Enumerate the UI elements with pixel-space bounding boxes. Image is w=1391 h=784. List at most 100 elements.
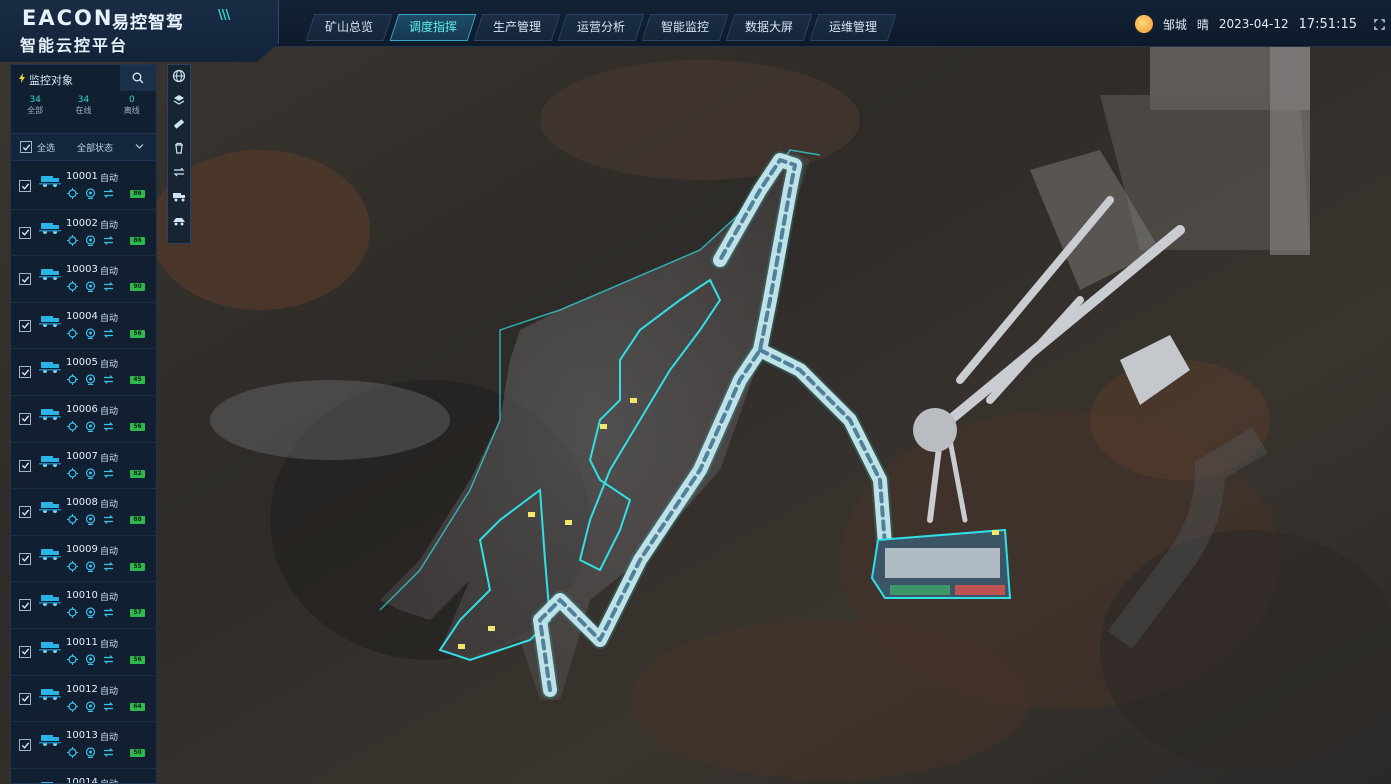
- camera-icon[interactable]: [85, 421, 96, 432]
- swap-icon[interactable]: [103, 701, 114, 712]
- fullscreen-icon[interactable]: [1374, 19, 1385, 30]
- camera-icon[interactable]: [85, 374, 96, 386]
- vehicle-row[interactable]: 10007 自动 82: [11, 443, 156, 490]
- swap-icon[interactable]: [172, 165, 186, 179]
- vehicle-row[interactable]: 10004 自动 56: [11, 303, 156, 350]
- camera-icon[interactable]: [85, 654, 96, 665]
- swap-icon[interactable]: [103, 561, 114, 572]
- locate-icon[interactable]: [67, 281, 78, 293]
- vehicle-row[interactable]: 10012 自动 64: [11, 676, 156, 723]
- vehicle-checkbox[interactable]: [19, 319, 31, 332]
- vehicle-checkbox[interactable]: [19, 412, 31, 425]
- satellite-map[interactable]: [0, 0, 1391, 784]
- swap-icon[interactable]: [103, 747, 114, 758]
- locate-icon[interactable]: [67, 374, 78, 386]
- locate-icon[interactable]: [67, 747, 78, 759]
- vehicle-row[interactable]: 10009 自动 55: [11, 536, 156, 583]
- search-button[interactable]: [120, 65, 156, 91]
- status-select[interactable]: 全部状态: [77, 141, 113, 154]
- camera-icon[interactable]: [85, 467, 96, 479]
- vehicle-id: 10003: [66, 264, 98, 276]
- vehicle-checkbox[interactable]: [19, 459, 31, 472]
- vehicle-row[interactable]: 10014自动: [11, 769, 156, 783]
- locate-icon[interactable]: [67, 607, 78, 619]
- globe-icon[interactable]: [172, 69, 186, 83]
- vehicle-checkbox[interactable]: [19, 645, 31, 658]
- vehicle-row[interactable]: 10006 自动 56: [11, 396, 156, 443]
- nav-tab[interactable]: 智能监控: [641, 14, 729, 41]
- chevron-down-icon[interactable]: [135, 143, 144, 150]
- camera-icon[interactable]: [85, 328, 96, 339]
- swap-icon[interactable]: [103, 514, 114, 525]
- vehicle-checkbox[interactable]: [19, 552, 31, 565]
- check-icon: [21, 322, 29, 329]
- locate-icon[interactable]: [67, 653, 78, 665]
- layers-icon[interactable]: [172, 93, 186, 107]
- swap-icon[interactable]: [103, 654, 114, 665]
- vehicle-mode: 自动: [100, 500, 119, 511]
- swap-icon[interactable]: [103, 607, 114, 618]
- locate-icon[interactable]: [67, 188, 78, 199]
- stat-online[interactable]: 34 在线: [59, 95, 107, 123]
- locate-icon[interactable]: [67, 420, 78, 432]
- swap-icon[interactable]: [103, 235, 114, 246]
- vehicle-row[interactable]: 10011 自动 56: [11, 629, 156, 676]
- vehicle-checkbox[interactable]: [19, 739, 31, 752]
- ruler-icon[interactable]: [172, 117, 186, 131]
- locate-icon[interactable]: [67, 560, 78, 572]
- vehicle-icon[interactable]: [172, 213, 186, 227]
- vehicle-checkbox[interactable]: [19, 599, 31, 612]
- nav-tab[interactable]: 运维管理: [809, 14, 897, 41]
- camera-icon[interactable]: [85, 188, 96, 199]
- vehicle-row[interactable]: 10005 自动 45: [11, 349, 156, 396]
- camera-icon[interactable]: [85, 607, 96, 619]
- vehicle-row[interactable]: 10008 自动 88: [11, 489, 156, 536]
- camera-icon[interactable]: [85, 747, 96, 759]
- vehicle-controls: [67, 420, 114, 432]
- vehicle-row[interactable]: 10010 自动 57: [11, 582, 156, 629]
- vehicle-checkbox[interactable]: [19, 273, 31, 286]
- locate-icon[interactable]: [67, 700, 78, 712]
- nav-tab[interactable]: 调度指挥: [389, 14, 477, 41]
- locate-icon[interactable]: [67, 514, 78, 526]
- swap-icon[interactable]: [103, 468, 114, 479]
- nav-tab[interactable]: 矿山总览: [305, 14, 393, 41]
- swap-icon[interactable]: [103, 188, 114, 199]
- swap-icon[interactable]: [103, 328, 114, 339]
- vehicle-checkbox[interactable]: [19, 366, 31, 379]
- vehicle-row[interactable]: 10002 自动 86: [11, 210, 156, 257]
- vehicle-controls: [67, 327, 114, 339]
- nav-tab[interactable]: 运营分析: [557, 14, 645, 41]
- nav-tab[interactable]: 数据大屏: [725, 14, 813, 41]
- truck-icon[interactable]: [172, 189, 186, 203]
- vehicle-checkbox[interactable]: [19, 226, 31, 239]
- camera-icon[interactable]: [85, 514, 96, 526]
- truck-icon: [39, 641, 61, 653]
- vehicle-checkbox[interactable]: [19, 180, 31, 192]
- battery-badge: 64: [130, 702, 145, 711]
- vehicle-row[interactable]: 10013 自动 50: [11, 722, 156, 769]
- stat-offline[interactable]: 0 离线: [108, 95, 156, 123]
- vehicle-row[interactable]: 10003 自动 90: [11, 256, 156, 303]
- camera-icon[interactable]: [85, 700, 96, 712]
- swap-icon[interactable]: [103, 374, 114, 385]
- camera-icon[interactable]: [85, 234, 96, 246]
- vehicle-row[interactable]: 10001 自动 86: [11, 163, 156, 210]
- locate-icon[interactable]: [67, 234, 78, 246]
- locate-icon[interactable]: [67, 327, 78, 339]
- vehicle-mode: 自动: [100, 174, 119, 184]
- stat-all[interactable]: 34 全部: [11, 95, 59, 123]
- vehicle-checkbox[interactable]: [19, 506, 31, 519]
- vehicle-checkbox[interactable]: [19, 692, 31, 705]
- swap-icon[interactable]: [103, 281, 114, 292]
- truck-icon: [39, 406, 61, 420]
- trash-icon[interactable]: [172, 141, 186, 155]
- swap-icon[interactable]: [103, 421, 114, 432]
- locate-icon[interactable]: [67, 467, 78, 479]
- camera-icon[interactable]: [85, 561, 96, 572]
- camera-icon[interactable]: [85, 281, 96, 293]
- nav-tab[interactable]: 生产管理: [473, 14, 561, 41]
- select-all-checkbox[interactable]: [20, 141, 32, 153]
- truck-icon: [41, 781, 53, 783]
- vehicle-controls: [67, 607, 114, 619]
